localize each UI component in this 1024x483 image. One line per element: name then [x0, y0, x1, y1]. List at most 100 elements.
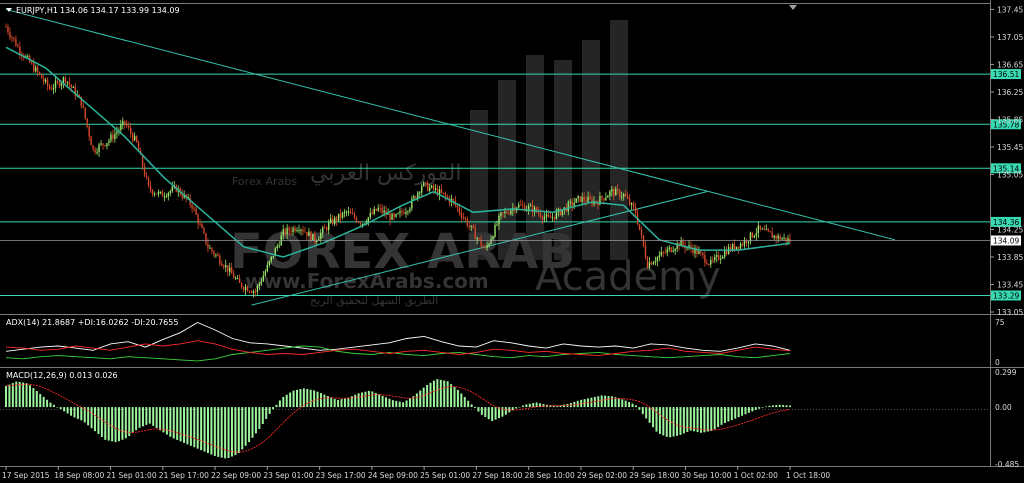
candle-body[interactable] — [440, 189, 443, 193]
candle-body[interactable] — [102, 143, 104, 146]
candle-body[interactable] — [573, 203, 575, 206]
candle-body[interactable] — [82, 105, 84, 108]
candle-body[interactable] — [494, 224, 496, 237]
candle-body[interactable] — [779, 235, 781, 240]
candle-body[interactable] — [702, 252, 704, 255]
candle-body[interactable] — [343, 211, 346, 213]
candle-body[interactable] — [434, 188, 437, 190]
candle-body[interactable] — [718, 255, 720, 260]
candle-body[interactable] — [541, 216, 544, 220]
candle-body[interactable] — [589, 196, 591, 199]
candle-body[interactable] — [682, 240, 684, 246]
candle-body[interactable] — [312, 233, 314, 241]
candle-body[interactable] — [617, 188, 619, 191]
candle-body[interactable] — [244, 286, 247, 290]
candle-body[interactable] — [286, 227, 288, 235]
candle-body[interactable] — [668, 247, 670, 250]
candle-body[interactable] — [112, 134, 114, 139]
candle-body[interactable] — [391, 213, 393, 220]
candle-body[interactable] — [753, 235, 756, 238]
candle-body[interactable] — [527, 206, 530, 210]
candle-body[interactable] — [347, 211, 350, 213]
candle-body[interactable] — [211, 247, 213, 252]
candle-body[interactable] — [720, 258, 722, 260]
candle-body[interactable] — [781, 238, 783, 240]
candle-body[interactable] — [308, 231, 310, 236]
candle-body[interactable] — [272, 256, 274, 258]
candle-body[interactable] — [648, 262, 651, 268]
candle-body[interactable] — [634, 207, 637, 214]
candle-body[interactable] — [502, 212, 504, 214]
candle-body[interactable] — [537, 211, 540, 214]
candle-body[interactable] — [413, 196, 415, 199]
candle-body[interactable] — [353, 213, 356, 218]
candle-body[interactable] — [234, 278, 237, 280]
candle-body[interactable] — [56, 80, 59, 82]
candle-body[interactable] — [662, 252, 664, 254]
candle-body[interactable] — [250, 291, 253, 293]
candle-body[interactable] — [17, 46, 19, 48]
candle-body[interactable] — [579, 196, 581, 202]
candle-body[interactable] — [254, 291, 257, 293]
candle-body[interactable] — [658, 255, 661, 258]
candle-body[interactable] — [335, 217, 338, 221]
candle-body[interactable] — [137, 142, 140, 151]
candle-body[interactable] — [452, 198, 455, 201]
candle-body[interactable] — [11, 36, 13, 38]
candle-body[interactable] — [304, 231, 306, 233]
candle-body[interactable] — [401, 211, 403, 213]
candle-body[interactable] — [474, 228, 476, 240]
candle-body[interactable] — [135, 136, 138, 143]
candle-body[interactable] — [324, 227, 326, 229]
candle-body[interactable] — [268, 261, 271, 265]
candle-body[interactable] — [737, 246, 740, 249]
candle-body[interactable] — [110, 134, 112, 141]
candle-body[interactable] — [470, 225, 472, 227]
candle-body[interactable] — [240, 282, 243, 288]
candle-body[interactable] — [458, 207, 461, 213]
candle-body[interactable] — [298, 230, 300, 232]
candle-body[interactable] — [585, 200, 587, 202]
candle-body[interactable] — [92, 145, 94, 150]
candle-body[interactable] — [90, 136, 92, 146]
candle-body[interactable] — [575, 198, 577, 204]
candle-body[interactable] — [789, 238, 791, 242]
candle-body[interactable] — [326, 227, 328, 230]
candle-body[interactable] — [395, 213, 397, 217]
candle-body[interactable] — [397, 213, 399, 215]
candle-body[interactable] — [331, 218, 334, 224]
candle-body[interactable] — [417, 192, 419, 199]
candle-body[interactable] — [710, 259, 712, 265]
candle-body[interactable] — [626, 196, 629, 199]
candle-body[interactable] — [672, 250, 674, 252]
candle-body[interactable] — [480, 238, 482, 246]
candle-body[interactable] — [88, 126, 90, 137]
candle-body[interactable] — [288, 227, 290, 232]
candle-body[interactable] — [423, 182, 425, 186]
candle-body[interactable] — [508, 213, 510, 215]
candle-body[interactable] — [151, 190, 154, 194]
candle-body[interactable] — [165, 196, 168, 198]
candle-body[interactable] — [621, 196, 623, 198]
candle-body[interactable] — [650, 262, 653, 265]
candle-body[interactable] — [60, 83, 63, 86]
candle-body[interactable] — [763, 228, 765, 230]
candle-body[interactable] — [361, 223, 364, 225]
candle-body[interactable] — [767, 229, 769, 232]
candle-body[interactable] — [476, 238, 478, 240]
candle-body[interactable] — [367, 217, 369, 223]
candle-body[interactable] — [769, 231, 771, 233]
candle-body[interactable] — [529, 205, 532, 207]
candle-body[interactable] — [84, 107, 86, 119]
candle-body[interactable] — [33, 63, 35, 72]
candle-body[interactable] — [581, 196, 583, 202]
candle-body[interactable] — [357, 221, 360, 223]
candle-body[interactable] — [787, 238, 789, 242]
candle-body[interactable] — [322, 227, 324, 233]
candle-body[interactable] — [670, 247, 672, 252]
candle-body[interactable] — [490, 239, 492, 244]
candle-body[interactable] — [48, 85, 51, 89]
candle-body[interactable] — [242, 287, 245, 290]
candle-body[interactable] — [106, 142, 108, 147]
candle-body[interactable] — [246, 286, 249, 292]
